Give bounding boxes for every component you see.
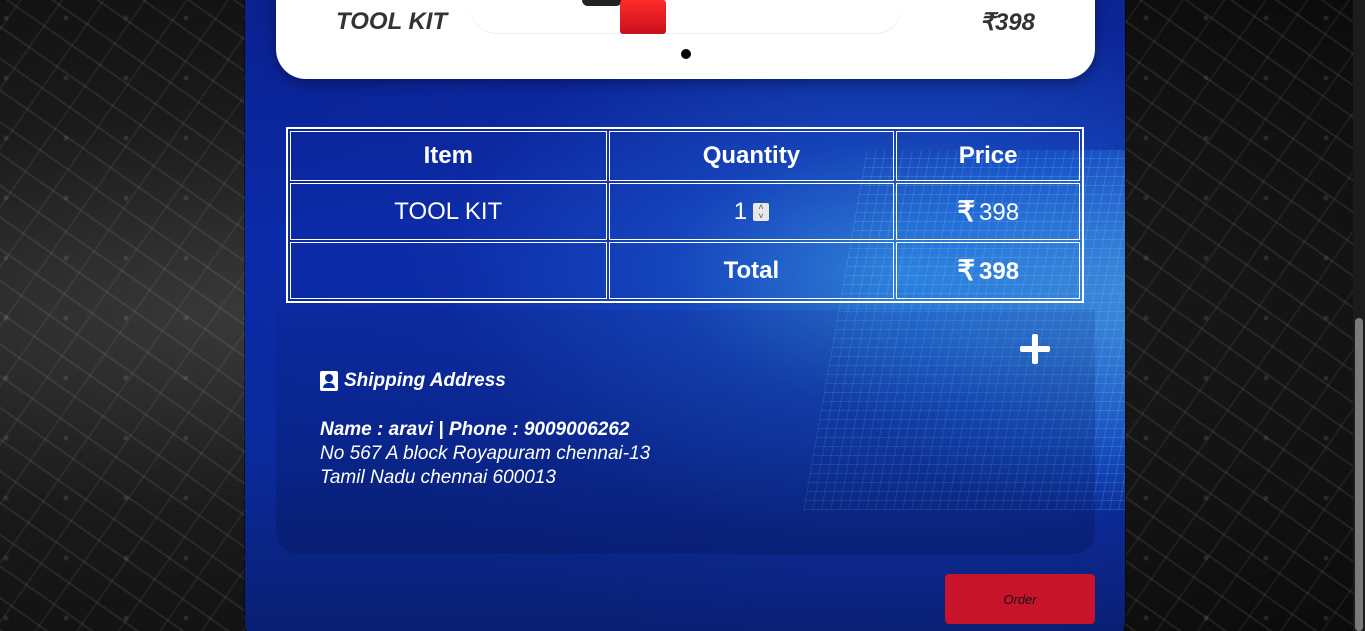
price-value: 398 bbox=[979, 199, 1020, 226]
shipping-name-phone: Name : aravi | Phone : 9009006262 bbox=[320, 419, 630, 440]
product-carousel: TOOL KIT ₹398 bbox=[276, 0, 1095, 79]
spinner-arrows-icon[interactable]: ˄ ˅ bbox=[753, 202, 770, 221]
toolbox-image-part bbox=[582, 0, 622, 6]
header-price: Price bbox=[896, 131, 1080, 181]
shipping-heading-text: Shipping Address bbox=[344, 370, 506, 391]
shipping-heading: Shipping Address bbox=[320, 370, 506, 392]
shipping-address-line1: No 567 A block Royapuram chennai-13 bbox=[320, 443, 651, 464]
cell-item: TOOL KIT bbox=[290, 183, 607, 240]
scrollbar-thumb[interactable] bbox=[1355, 318, 1363, 631]
quantity-stepper[interactable]: 1 ˄ ˅ bbox=[734, 198, 770, 226]
total-row: Total ₹398 bbox=[290, 242, 1080, 299]
address-card-icon bbox=[320, 371, 338, 391]
carousel-dot[interactable] bbox=[681, 49, 691, 59]
product-price: ₹398 bbox=[979, 9, 1035, 36]
table-row: TOOL KIT 1 ˄ ˅ ₹398 bbox=[290, 183, 1080, 240]
rupee-icon: ₹ bbox=[957, 255, 976, 286]
cart-header-row: Item Quantity Price bbox=[290, 131, 1080, 181]
quantity-value[interactable]: 1 bbox=[734, 198, 747, 226]
shipping-address-card: Shipping Address Name : aravi | Phone : … bbox=[276, 310, 1095, 554]
product-image bbox=[470, 0, 902, 34]
toolbox-image bbox=[620, 0, 666, 34]
rupee-icon: ₹ bbox=[957, 196, 976, 227]
total-value: 398 bbox=[979, 258, 1020, 285]
cell-empty bbox=[290, 242, 607, 299]
shipping-address-line2: Tamil Nadu chennai 600013 bbox=[320, 467, 556, 488]
scrollbar[interactable] bbox=[1353, 0, 1365, 631]
product-name: TOOL KIT bbox=[336, 8, 448, 35]
cart-table: Item Quantity Price TOOL KIT 1 ˄ ˅ ₹398 T… bbox=[286, 127, 1084, 303]
header-item: Item bbox=[290, 131, 607, 181]
order-button[interactable]: Order bbox=[945, 574, 1095, 624]
cell-price: ₹398 bbox=[896, 183, 1080, 240]
total-label: Total bbox=[608, 242, 895, 299]
shipping-details: Name : aravi | Phone : 9009006262 No 567… bbox=[320, 418, 650, 490]
cell-quantity: 1 ˄ ˅ bbox=[608, 183, 895, 240]
header-quantity: Quantity bbox=[608, 131, 895, 181]
plus-icon[interactable] bbox=[1020, 334, 1050, 364]
cell-total: ₹398 bbox=[896, 242, 1080, 299]
